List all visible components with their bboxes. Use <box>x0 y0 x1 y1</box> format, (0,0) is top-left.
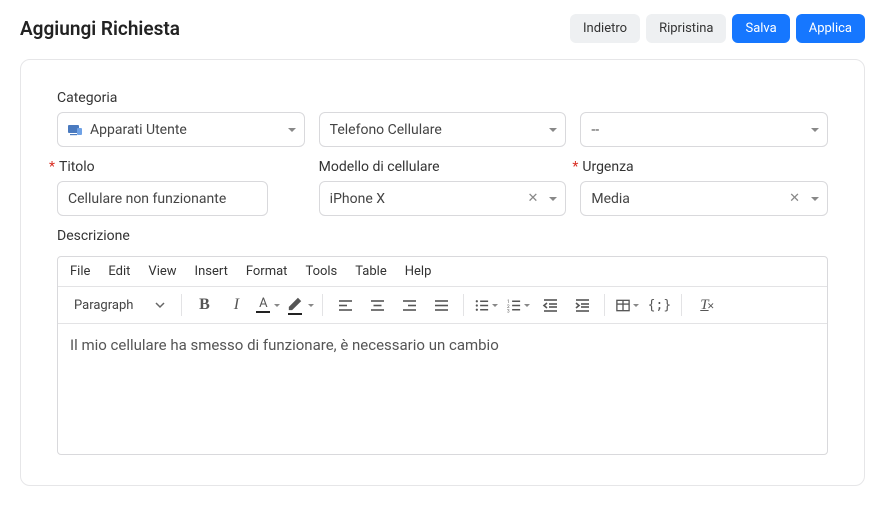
block-format-select[interactable]: Paragraph <box>68 296 171 315</box>
menu-help[interactable]: Help <box>405 264 432 279</box>
title-input[interactable] <box>68 191 259 207</box>
bold-icon[interactable]: B <box>192 293 216 317</box>
menu-view[interactable]: View <box>148 264 176 279</box>
model-value: iPhone X <box>330 191 385 207</box>
urgency-value: Media <box>591 191 630 207</box>
menu-table[interactable]: Table <box>355 264 386 279</box>
editor-toolbar: Paragraph B I A <box>58 287 827 324</box>
chevron-down-icon <box>288 128 296 132</box>
italic-icon[interactable]: I <box>224 293 248 317</box>
category-level1-value: Apparati Utente <box>90 122 187 138</box>
title-input-wrapper <box>57 181 268 216</box>
clear-formatting-icon[interactable]: T✕ <box>692 293 716 317</box>
category-level3-value: -- <box>591 122 599 138</box>
category-label: Categoria <box>57 90 117 106</box>
indent-icon[interactable] <box>570 293 594 317</box>
page-title: Aggiungi Richiesta <box>20 17 180 40</box>
rich-text-editor: File Edit View Insert Format Tools Table… <box>57 256 828 455</box>
svg-text:3: 3 <box>507 308 510 313</box>
block-format-value: Paragraph <box>74 298 133 313</box>
reset-button[interactable]: Ripristina <box>646 14 726 43</box>
model-select[interactable]: iPhone X ✕ <box>319 181 567 216</box>
menu-tools[interactable]: Tools <box>305 264 337 279</box>
align-right-icon[interactable] <box>397 293 421 317</box>
menu-format[interactable]: Format <box>246 264 288 279</box>
header-buttons: Indietro Ripristina Salva Applica <box>570 14 865 43</box>
urgency-select[interactable]: Media ✕ <box>580 181 828 216</box>
category-level2-value: Telefono Cellulare <box>330 122 442 138</box>
editor-menubar: File Edit View Insert Format Tools Table… <box>58 257 827 287</box>
required-marker: * <box>49 160 55 174</box>
bullet-list-icon[interactable] <box>474 293 498 317</box>
menu-file[interactable]: File <box>70 264 90 279</box>
description-label: Descrizione <box>57 228 130 244</box>
code-sample-icon[interactable]: {;} <box>647 293 671 317</box>
category-level3-select[interactable]: -- <box>580 112 828 147</box>
required-marker: * <box>572 160 578 174</box>
menu-edit[interactable]: Edit <box>108 264 130 279</box>
align-center-icon[interactable] <box>365 293 389 317</box>
editor-body[interactable]: Il mio cellulare ha smesso di funzionare… <box>58 324 827 454</box>
menu-insert[interactable]: Insert <box>195 264 228 279</box>
category-level1-select[interactable]: Apparati Utente <box>57 112 305 147</box>
chevron-down-icon <box>811 128 819 132</box>
numbered-list-icon[interactable]: 123 <box>506 293 530 317</box>
align-left-icon[interactable] <box>333 293 357 317</box>
apply-button[interactable]: Applica <box>796 14 865 43</box>
table-icon[interactable] <box>615 293 639 317</box>
highlight-color-icon[interactable] <box>288 293 312 317</box>
clear-icon[interactable]: ✕ <box>524 191 541 206</box>
outdent-icon[interactable] <box>538 293 562 317</box>
chevron-down-icon <box>549 128 557 132</box>
chevron-down-icon <box>811 197 819 201</box>
urgency-label: Urgenza <box>582 159 633 175</box>
save-button[interactable]: Salva <box>732 14 789 43</box>
form-card: Categoria Apparati Utente Telefono Cellu… <box>20 59 865 486</box>
chevron-down-icon <box>549 197 557 201</box>
text-color-icon[interactable]: A <box>256 293 280 317</box>
back-button[interactable]: Indietro <box>570 14 640 43</box>
clear-icon[interactable]: ✕ <box>786 191 803 206</box>
device-category-icon <box>68 124 84 136</box>
chevron-down-icon <box>155 300 165 310</box>
align-justify-icon[interactable] <box>429 293 453 317</box>
title-label: Titolo <box>59 159 95 175</box>
description-text: Il mio cellulare ha smesso di funzionare… <box>70 336 499 354</box>
model-label: Modello di cellulare <box>319 159 440 175</box>
category-level2-select[interactable]: Telefono Cellulare <box>319 112 567 147</box>
